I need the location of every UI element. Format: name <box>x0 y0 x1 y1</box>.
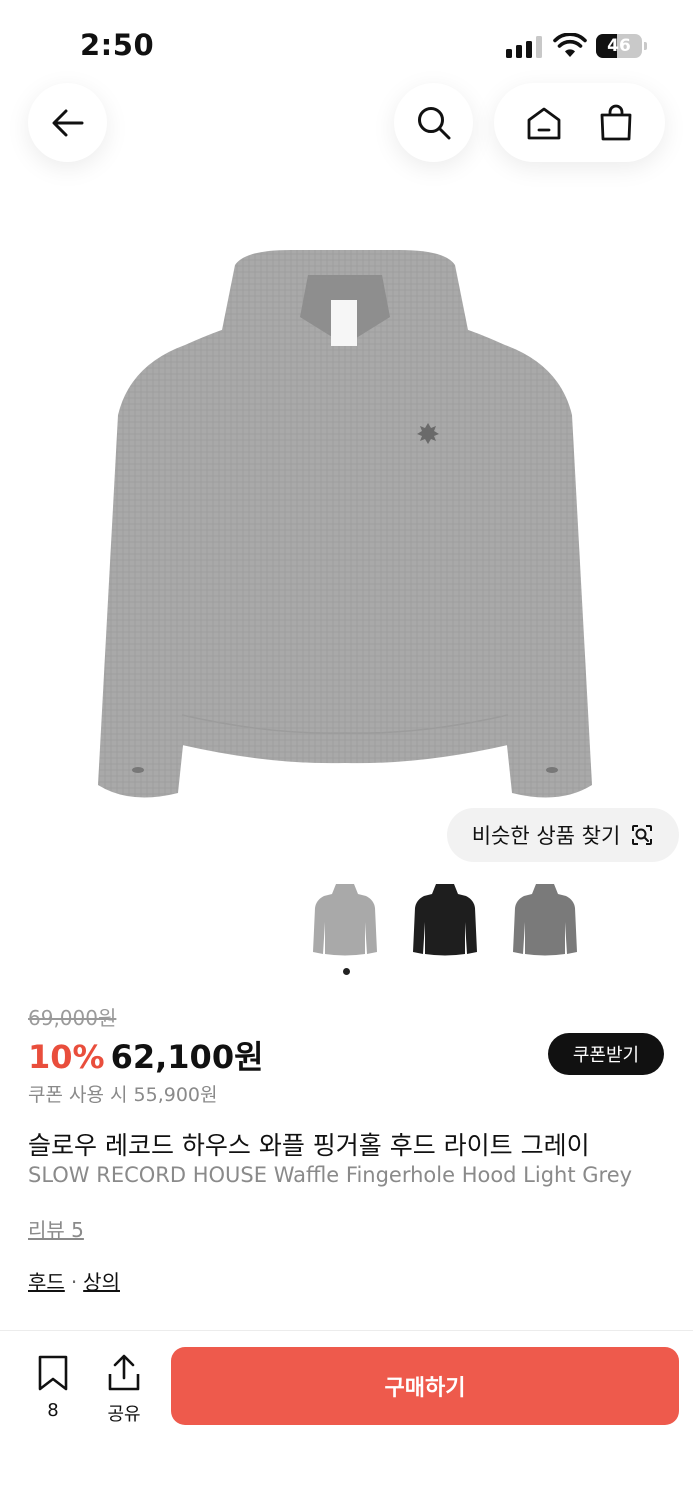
home-button[interactable] <box>525 105 563 141</box>
visual-search-icon <box>632 825 653 845</box>
share-label: 공유 <box>107 1404 141 1425</box>
find-similar-label: 비슷한 상품 찾기 <box>471 824 621 848</box>
status-time: 2:50 <box>80 28 155 62</box>
thumbnail-black[interactable] <box>406 880 484 958</box>
back-button[interactable] <box>28 83 107 162</box>
hoodie-light-grey-icon <box>313 884 377 956</box>
category-breadcrumb: 후드 · 상의 <box>28 1266 120 1295</box>
get-coupon-button[interactable]: 쿠폰받기 <box>548 1033 664 1075</box>
category-link-top[interactable]: 상의 <box>83 1270 120 1294</box>
discount-rate: 10% <box>28 1038 105 1076</box>
buy-button[interactable]: 구매하기 <box>171 1347 679 1425</box>
share-button[interactable]: 공유 <box>100 1354 148 1426</box>
color-thumbnails <box>306 880 584 958</box>
thumbnail-dark-grey[interactable] <box>506 880 584 958</box>
original-price: 69,000원 <box>28 1006 117 1030</box>
battery-level: 46 <box>607 36 631 56</box>
status-bar: 2:50 46 <box>0 0 693 80</box>
bookmark-icon <box>38 1355 68 1391</box>
page-indicator-dot <box>343 968 350 975</box>
bookmark-count: 8 <box>47 1400 59 1421</box>
back-arrow-icon <box>52 109 83 136</box>
signal-icon <box>506 36 542 58</box>
coupon-price: 쿠폰 사용 시 55,900원 <box>28 1084 218 1106</box>
category-separator: · <box>70 1270 78 1294</box>
search-icon <box>417 106 450 139</box>
share-icon <box>108 1354 140 1391</box>
price-row: 10% 62,100원 <box>28 1032 264 1078</box>
sale-price: 62,100원 <box>110 1038 264 1076</box>
bookmark-button[interactable]: 8 <box>30 1354 76 1421</box>
hoodie-dark-grey-icon <box>513 884 577 956</box>
home-icon <box>527 107 561 139</box>
product-title-english: SLOW RECORD HOUSE Waffle Fingerhole Hood… <box>28 1163 633 1187</box>
category-link-hood[interactable]: 후드 <box>28 1270 65 1294</box>
battery-icon: 46 <box>596 34 648 58</box>
product-title-korean: 슬로우 레코드 하우스 와플 핑거홀 후드 라이트 그레이 <box>28 1131 590 1160</box>
review-link[interactable]: 리뷰 5 <box>28 1214 84 1243</box>
find-similar-button[interactable]: 비슷한 상품 찾기 <box>447 808 679 862</box>
thumbnail-light-grey[interactable] <box>306 880 384 958</box>
nav-action-group <box>494 83 665 162</box>
product-image[interactable] <box>90 245 600 815</box>
cart-button[interactable] <box>598 104 634 142</box>
wifi-icon <box>553 33 587 57</box>
hoodie-black-icon <box>413 884 477 956</box>
search-button[interactable] <box>394 83 473 162</box>
shopping-bag-icon <box>600 104 632 140</box>
